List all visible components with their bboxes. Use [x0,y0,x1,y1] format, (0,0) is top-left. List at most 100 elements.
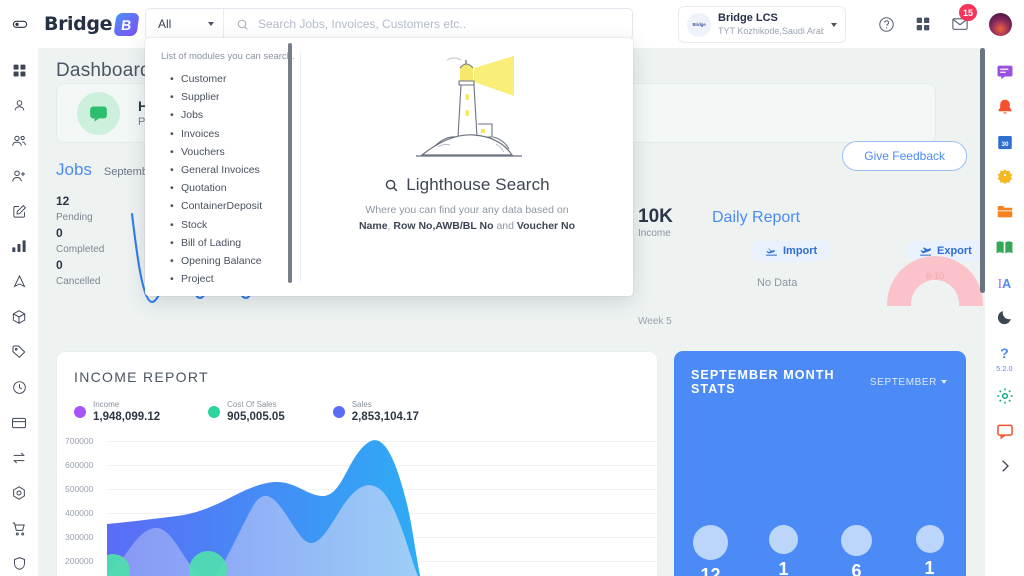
y-tick-600000: 600000 [65,460,94,470]
stat-value: 6 [851,561,862,576]
svg-text:?: ? [1000,345,1009,360]
folder-icon [997,206,1012,218]
export-gauge: 8-10 [887,256,983,306]
rail-item-alerts[interactable] [992,95,1018,119]
header-actions: 15 [878,0,1012,48]
brand-mark-icon: B [113,12,140,36]
sidebar-item-navigation[interactable] [6,270,32,294]
sidebar-item-users[interactable] [6,129,32,153]
rail-item-help[interactable]: ? [992,340,1018,364]
module-item-opening-balance[interactable]: Opening Balance [170,252,300,270]
income-report-title: INCOME REPORT [74,369,209,385]
left-sidebar [0,48,38,576]
search-icon [237,19,248,30]
module-item-customer[interactable]: Customer [170,70,300,88]
module-item-bill-of-lading[interactable]: Bill of Lading [170,234,300,252]
legend-dot-icon [74,405,86,418]
apps-grid-button[interactable] [915,16,931,32]
jobs-completed-label: Completed [56,244,105,255]
daily-report-import-tab[interactable]: Import [752,241,831,261]
income-summary: 10K Income [638,206,673,239]
y-tick-400000: 400000 [65,508,94,518]
global-search[interactable]: All [145,8,633,40]
september-month-selector[interactable]: SEPTEMBER [870,377,947,388]
y-tick-200000: 200000 [65,556,94,566]
sidebar-item-tags[interactable] [6,340,32,364]
sidebar-item-security[interactable] [6,552,32,576]
avatar[interactable] [989,12,1012,36]
income-area-chart: 700000 600000 500000 400000 300000 20000… [57,434,657,576]
rail-item-calendar[interactable]: 30 [992,130,1018,154]
sidebar-item-assets[interactable] [6,481,32,505]
search-input[interactable] [258,17,632,31]
grid-apps-icon [916,17,930,31]
lighthouse-title-row: Lighthouse Search [384,175,550,195]
badge-icon [997,169,1012,185]
module-item-general-invoices[interactable]: General Invoices [170,161,300,179]
y-tick-700000: 700000 [65,436,94,446]
module-item-containerdeposit[interactable]: ContainerDeposit [170,197,300,215]
series-income-area [107,485,418,576]
jobs-cancelled-value: 0 [56,258,63,272]
rail-item-language[interactable]: I A [992,270,1018,294]
legend-item-sales: Sales 2,853,104.17 [332,399,419,424]
stat-bubble: 12 [674,525,747,576]
search-dropdown-panel: List of modules you can search. Customer… [145,38,633,296]
module-item-vouchers[interactable]: Vouchers [170,143,300,161]
september-selector-label: SEPTEMBER [869,376,937,388]
module-item-quotation[interactable]: Quotation [170,179,300,197]
module-item-stock[interactable]: Stock [170,216,300,234]
lighthouse-title: Lighthouse Search [406,175,550,194]
help-button[interactable] [878,16,895,33]
modules-list-scrollbar[interactable] [288,43,292,283]
rail-item-settings[interactable] [992,384,1018,408]
search-scope-dropdown[interactable]: All [146,9,224,39]
rail-item-chat[interactable] [992,60,1018,84]
sidebar-item-add-user[interactable] [6,164,32,188]
messages-button[interactable]: 15 [951,4,977,33]
give-feedback-button[interactable]: Give Feedback [842,141,967,171]
sidebar-item-dashboard[interactable] [6,58,32,82]
stat-value: 1 [924,558,935,576]
rail-item-expand[interactable] [992,454,1018,478]
company-selector[interactable]: Bridge Bridge LCS TYT Kozhikode,Saudi Ar… [678,6,846,43]
module-item-invoices[interactable]: Invoices [170,125,300,143]
rail-item-support-chat[interactable] [992,419,1018,443]
exchange-icon [13,452,25,464]
sidebar-item-payments[interactable] [6,411,32,435]
sidebar-item-reports[interactable] [6,234,32,258]
page-scrollbar[interactable] [980,48,985,293]
jobs-pending-label: Pending [56,212,93,223]
tag-icon [12,345,26,359]
rail-item-rewards[interactable] [992,165,1018,189]
module-item-supplier[interactable]: Supplier [170,88,300,106]
september-stat-bubbles: 12 1 6 1 [674,525,966,576]
sidebar-item-user[interactable] [6,93,32,117]
lighthouse-field-name: Name [358,220,388,232]
sidebar-item-purchases[interactable] [6,516,32,540]
menu-toggle-button[interactable] [0,16,40,32]
income-summary-label: Income [638,228,671,239]
september-stats-card: SEPTEMBER MONTH STATS SEPTEMBER 12 1 6 1 [674,351,966,576]
sidebar-item-transfers[interactable] [6,446,32,470]
rail-item-folder[interactable] [992,200,1018,224]
shield-icon [13,557,25,571]
brand-logo[interactable]: Bridge B [44,12,140,36]
search-field[interactable] [224,17,632,31]
edit-square-icon [12,204,26,218]
rail-item-knowledge[interactable] [992,235,1018,259]
search-scope-label: All [158,17,172,31]
legend-dot-icon [332,405,345,418]
week-label: Week 5 [638,316,672,327]
sidebar-item-edit[interactable] [6,199,32,223]
stat-bubble: 6 [820,525,893,576]
module-item-jobs[interactable]: Jobs [170,106,300,124]
help-circle-icon [879,16,894,32]
sidebar-item-history[interactable] [6,375,32,399]
rail-item-dark-mode[interactable] [992,305,1018,329]
module-item-project[interactable]: Project [170,270,300,288]
legend-item-cost-of-sales: Cost Of Sales 905,005.05 [208,399,285,424]
company-logo-icon: Bridge [687,12,711,37]
sidebar-item-packages[interactable] [6,305,32,329]
chevron-down-icon [941,380,947,384]
